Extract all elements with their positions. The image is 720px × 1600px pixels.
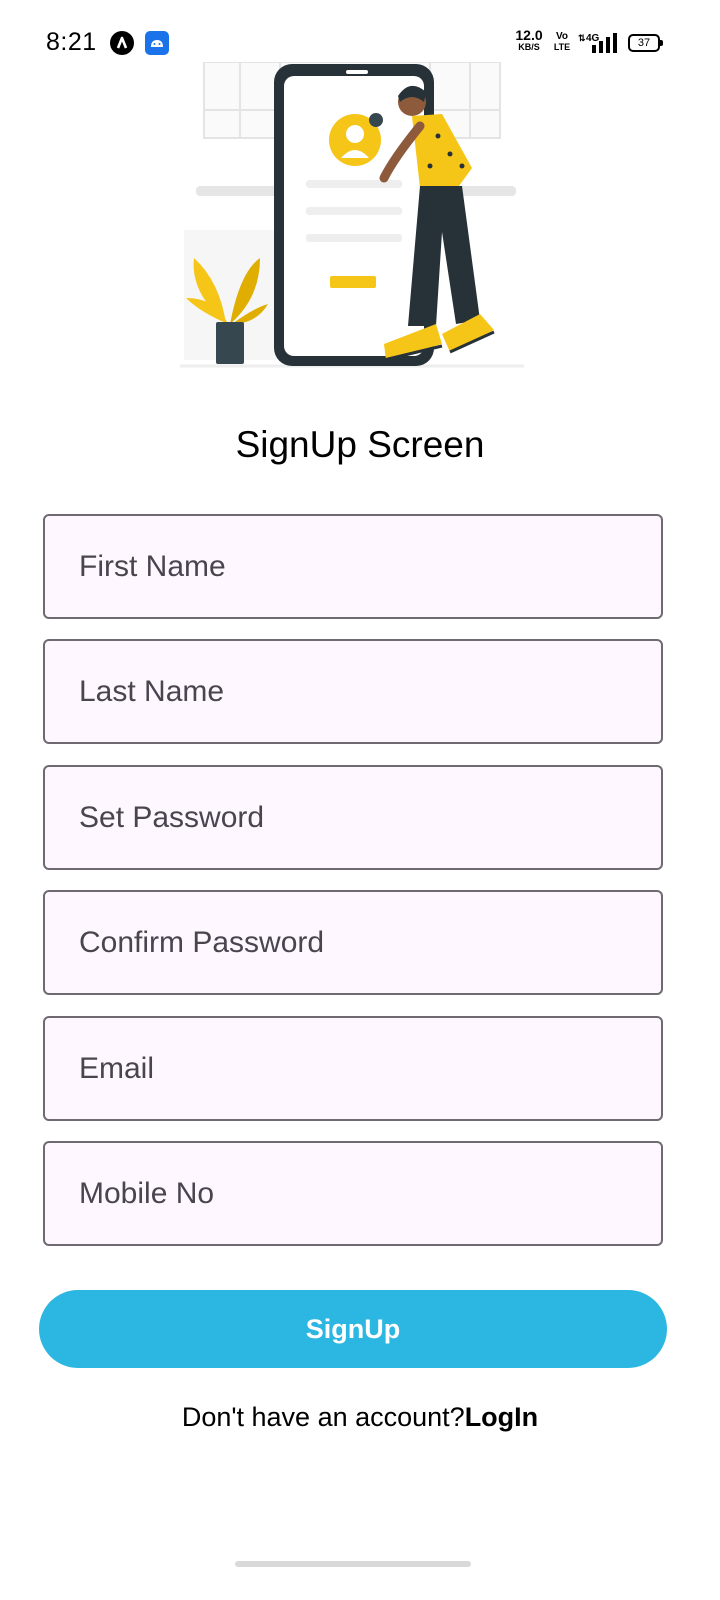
status-time: 8:21: [46, 28, 97, 56]
signup-button[interactable]: SignUp: [39, 1290, 667, 1368]
home-indicator[interactable]: [235, 1561, 471, 1567]
first-name-field[interactable]: [43, 514, 663, 619]
set-password-field[interactable]: [43, 765, 663, 870]
login-prompt-text: Don't have an account?: [181, 1402, 465, 1432]
mobile-no-field[interactable]: [43, 1141, 663, 1246]
network-type-label: 4G: [586, 33, 600, 44]
login-link[interactable]: LogIn: [465, 1402, 538, 1432]
battery-level: 37: [637, 37, 651, 49]
email-input[interactable]: [45, 1018, 661, 1119]
last-name-field[interactable]: [43, 639, 663, 744]
app-a-icon: [110, 31, 134, 55]
volte-indicator: Vo LTE: [553, 31, 571, 53]
first-name-input[interactable]: [45, 516, 661, 617]
signup-illustration: [180, 61, 524, 372]
battery-icon: 37: [628, 34, 663, 52]
android-icon: [145, 31, 169, 55]
last-name-input[interactable]: [45, 641, 661, 742]
email-field[interactable]: [43, 1016, 663, 1121]
confirm-password-field[interactable]: [43, 890, 663, 995]
set-password-input[interactable]: [45, 767, 661, 868]
confirm-password-input[interactable]: [45, 892, 661, 993]
page-title: SignUp Screen: [235, 424, 485, 465]
mobile-no-input[interactable]: [45, 1143, 661, 1244]
svg-text:⇅: ⇅: [578, 33, 586, 43]
signal-bars-icon: ⇅ 4G: [578, 30, 618, 59]
login-prompt: Don't have an account?LogIn: [0, 1402, 720, 1433]
net-speed: 12.0 KB/S: [515, 27, 543, 52]
